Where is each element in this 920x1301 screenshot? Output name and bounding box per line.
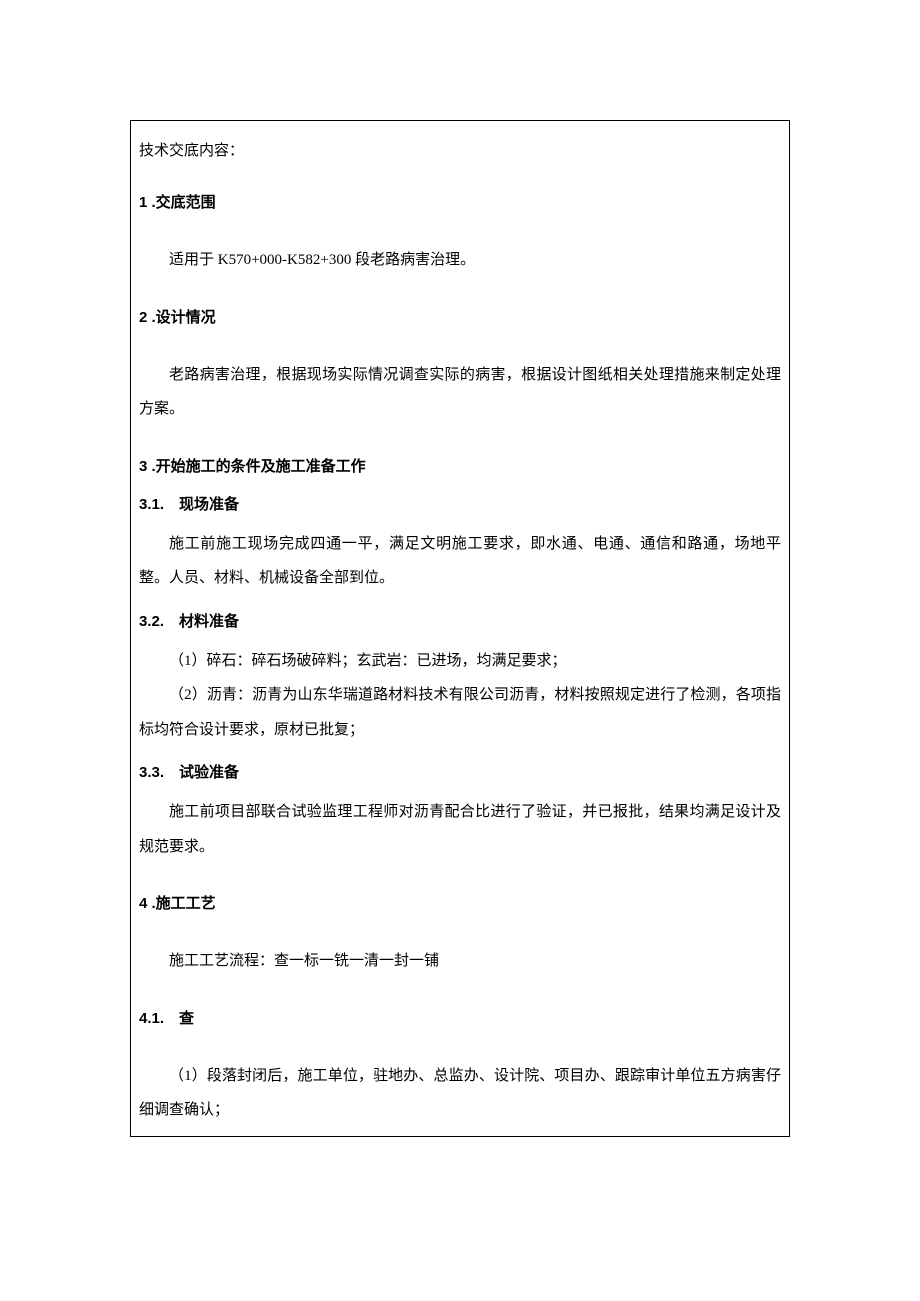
- subheading-text: 现场准备: [164, 497, 239, 513]
- subheading-number: 3.3.: [139, 764, 164, 781]
- heading-preparation: 3 .开始施工的条件及施工准备工作: [139, 455, 781, 479]
- paragraph: 施工工艺流程：查一标一铣一清一封一铺: [139, 944, 781, 979]
- document-box: 技术交底内容： 1 .交底范围 适用于 K570+000-K582+300 段老…: [130, 120, 790, 1137]
- paragraph: 施工前项目部联合试验监理工程师对沥青配合比进行了验证，并已报批，结果均满足设计及…: [139, 795, 781, 864]
- subheading-test-prep: 3.3. 试验准备: [139, 761, 781, 785]
- subheading-text: 查: [164, 1011, 194, 1027]
- subheading-inspect: 4.1. 查: [139, 1007, 781, 1031]
- subheading-text: 试验准备: [164, 765, 239, 781]
- heading-text: .设计情况: [147, 309, 215, 326]
- heading-text: .交底范围: [147, 194, 215, 211]
- subheading-material-prep: 3.2. 材料准备: [139, 610, 781, 634]
- subheading-number: 3.2.: [139, 613, 164, 630]
- paragraph: 适用于 K570+000-K582+300 段老路病害治理。: [139, 243, 781, 278]
- paragraph: （1）碎石：碎石场破碎料；玄武岩：已进场，均满足要求；: [139, 644, 781, 679]
- subheading-number: 4.1.: [139, 1010, 164, 1027]
- page: 技术交底内容： 1 .交底范围 适用于 K570+000-K582+300 段老…: [0, 0, 920, 1301]
- subheading-number: 3.1.: [139, 496, 164, 513]
- paragraph: 施工前施工现场完成四通一平，满足文明施工要求，即水通、电通、通信和路通，场地平整…: [139, 527, 781, 596]
- heading-design: 2 .设计情况: [139, 306, 781, 330]
- paragraph: （1）段落封闭后，施工单位，驻地办、总监办、设计院、项目办、跟踪审计单位五方病害…: [139, 1059, 781, 1128]
- heading-process: 4 .施工工艺: [139, 892, 781, 916]
- heading-scope: 1 .交底范围: [139, 191, 781, 215]
- heading-text: .施工工艺: [147, 895, 215, 912]
- subheading-site-prep: 3.1. 现场准备: [139, 493, 781, 517]
- intro-label: 技术交底内容：: [139, 139, 781, 163]
- paragraph: 老路病害治理，根据现场实际情况调查实际的病害，根据设计图纸相关处理措施来制定处理…: [139, 358, 781, 427]
- paragraph: （2）沥青：沥青为山东华瑞道路材料技术有限公司沥青，材料按照规定进行了检测，各项…: [139, 678, 781, 747]
- heading-text: .开始施工的条件及施工准备工作: [147, 458, 365, 475]
- subheading-text: 材料准备: [164, 614, 239, 630]
